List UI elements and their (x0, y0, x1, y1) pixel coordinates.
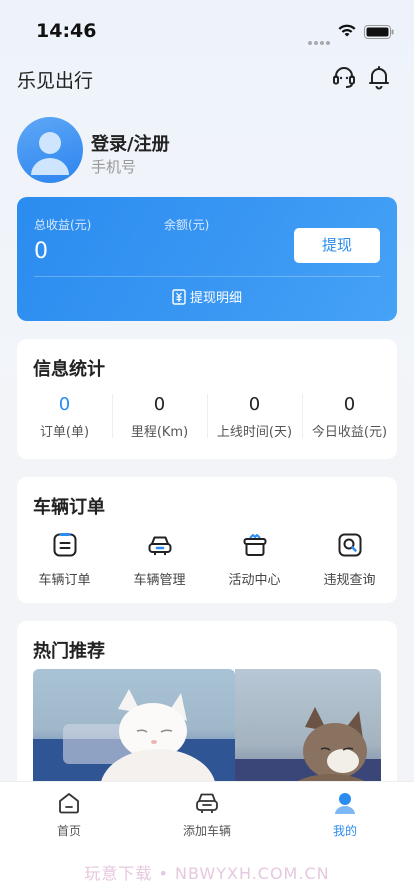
total-earnings-label: 总收益(元) (34, 218, 92, 232)
tab-mine-label: 我的 (332, 824, 357, 838)
stat-orders: 0 订单(单) (17, 394, 112, 440)
user-avatar-icon (31, 132, 69, 175)
wifi-icon (338, 24, 356, 37)
withdraw-button[interactable]: 提现 (294, 228, 380, 263)
hot-recommendations-title: 热门推荐 (33, 641, 105, 662)
tab-mine[interactable]: 我的 (276, 790, 414, 839)
login-register-link[interactable]: 登录/注册 (91, 130, 170, 156)
yuan-document-icon (172, 289, 186, 305)
gift-basket-icon (243, 534, 266, 556)
avatar[interactable] (17, 117, 83, 183)
home-icon (59, 793, 79, 814)
customer-service-icon[interactable] (331, 64, 357, 90)
add-car-icon (196, 793, 218, 813)
battery-icon (364, 25, 394, 39)
order-list-icon (53, 533, 76, 557)
vehicle-orders-title: 车辆订单 (33, 497, 105, 518)
tab-add-vehicle-label: 添加车辆 (182, 824, 231, 838)
car-icon (148, 536, 171, 555)
withdraw-detail-link[interactable]: 提现明细 (17, 284, 397, 314)
withdraw-detail-label: 提现明细 (189, 291, 242, 306)
stat-orders-value: 0 (58, 394, 71, 415)
balance-label: 余额(元) (164, 218, 210, 232)
bell-icon[interactable] (368, 64, 390, 90)
stat-online-time: 0 上线时间(天) (207, 394, 302, 440)
profile-icon (335, 793, 355, 814)
stat-mileage-label: 里程(Km) (130, 425, 189, 440)
search-doc-icon (338, 533, 361, 557)
vehicle-orders-label: 车辆订单 (38, 573, 91, 588)
page-title: 乐见出行 (17, 70, 94, 92)
vehicle-management-button[interactable]: 车辆管理 (112, 531, 207, 588)
tab-add-vehicle[interactable]: 添加车辆 (138, 790, 276, 839)
stat-online-time-value: 0 (248, 394, 261, 415)
divider (34, 276, 380, 277)
violation-query-label: 违规查询 (323, 573, 376, 588)
stat-online-time-label: 上线时间(天) (216, 425, 293, 440)
activity-center-label: 活动中心 (228, 573, 281, 588)
vehicle-management-label: 车辆管理 (133, 573, 186, 588)
stat-mileage-value: 0 (153, 394, 166, 415)
stat-today-earnings-value: 0 (343, 394, 356, 415)
earnings-card: 总收益(元) 0 余额(元) 提现 提现明细 (17, 197, 397, 321)
watermark: 玩意下载 • NBWYXH.COM.CN (84, 864, 330, 883)
total-earnings-value: 0 (34, 239, 48, 264)
stat-today-earnings: 0 今日收益(元) (302, 394, 397, 440)
status-time: 14:46 (36, 20, 97, 42)
stats-card: 信息统计 0 订单(单) 0 里程(Km) 0 上线时间(天) 0 今日收益(元… (17, 339, 397, 459)
violation-query-button[interactable]: 违规查询 (302, 531, 397, 588)
stat-today-earnings-label: 今日收益(元) (311, 425, 388, 440)
tab-home[interactable]: 首页 (0, 790, 138, 839)
vehicle-orders-card: 车辆订单 车辆订单 车辆管理 活动中心 违规查询 (17, 477, 397, 603)
activity-center-button[interactable]: 活动中心 (207, 531, 302, 588)
signal-dots-icon (308, 30, 332, 45)
header: 乐见出行 (0, 60, 414, 96)
vehicle-orders-button[interactable]: 车辆订单 (17, 531, 112, 588)
stat-mileage: 0 里程(Km) (112, 394, 207, 440)
stats-title: 信息统计 (33, 359, 105, 380)
status-bar: 14:46 (0, 0, 414, 60)
stat-orders-label: 订单(单) (39, 425, 90, 440)
phone-label: 手机号 (91, 158, 137, 176)
tab-home-label: 首页 (56, 824, 81, 838)
